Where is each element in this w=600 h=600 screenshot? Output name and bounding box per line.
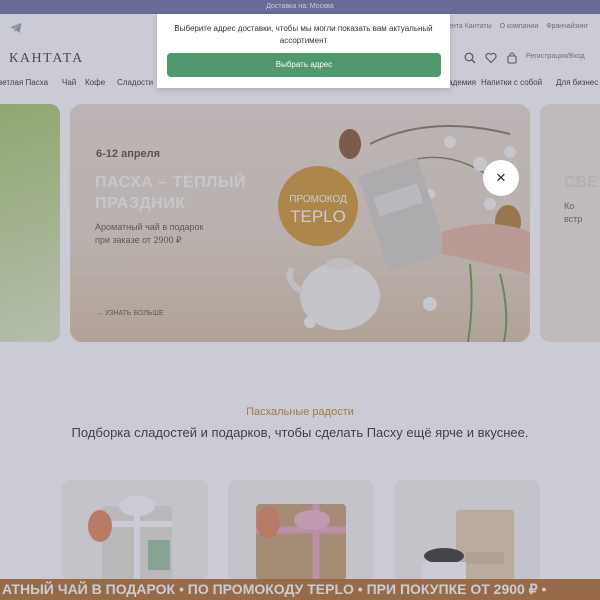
delivery-address-popup: Выберите адрес доставки, чтобы мы могли … bbox=[157, 14, 450, 88]
modal-overlay[interactable] bbox=[0, 0, 600, 600]
close-icon[interactable]: × bbox=[483, 160, 519, 196]
choose-address-button[interactable]: Выбрать адрес bbox=[167, 53, 441, 77]
delivery-popup-message: Выберите адрес доставки, чтобы мы могли … bbox=[174, 24, 433, 45]
